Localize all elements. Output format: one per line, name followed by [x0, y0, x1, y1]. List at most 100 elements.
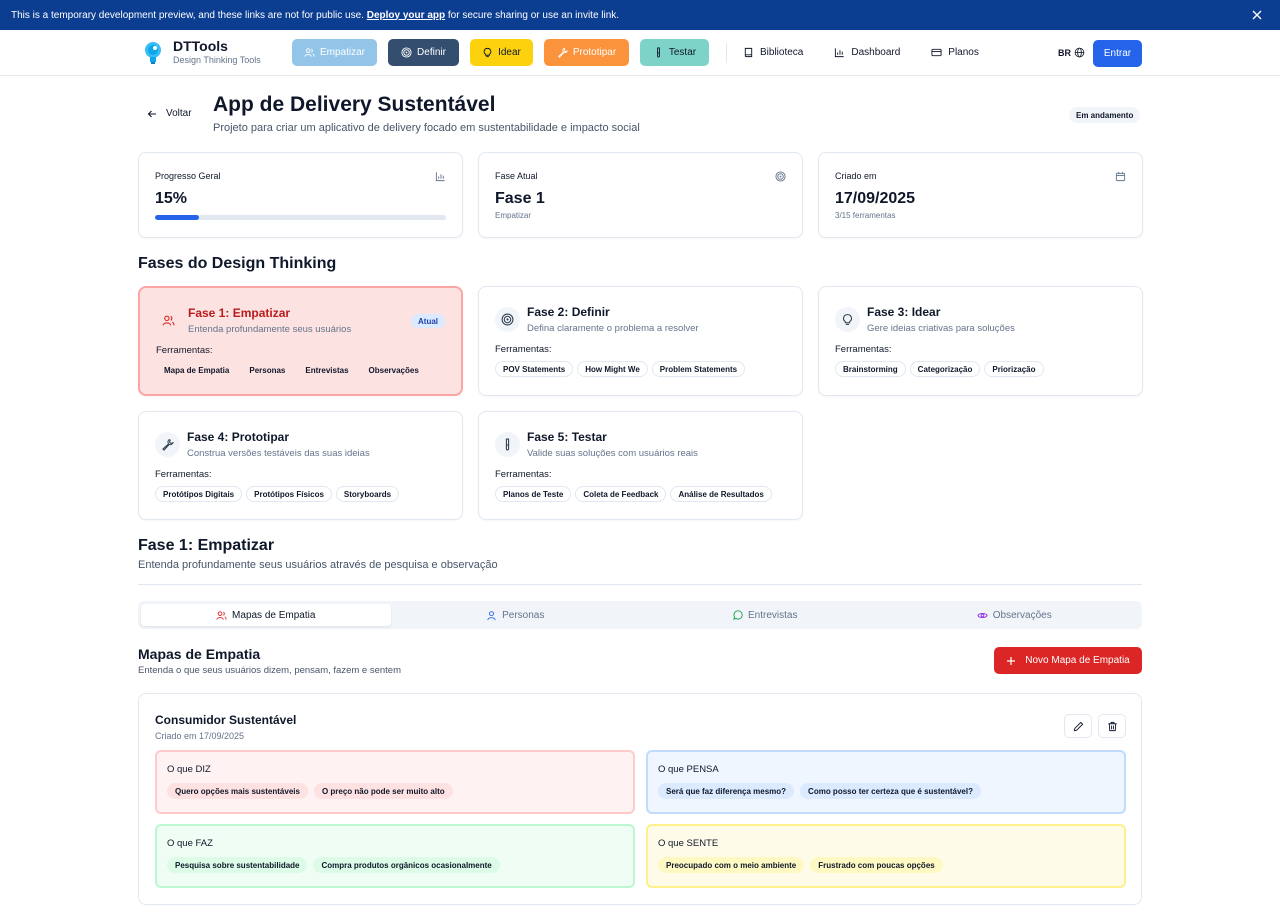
- insight-tag: Frustrado com poucas opções: [810, 857, 943, 873]
- status-badge: Em andamento: [1069, 107, 1141, 123]
- delete-button[interactable]: [1098, 714, 1126, 738]
- phase-card-title: Fase 4: Prototipar: [187, 430, 290, 444]
- tools-list: Mapa de Empatia Personas Entrevistas Obs…: [156, 362, 427, 378]
- trash-icon: [1107, 721, 1117, 731]
- insight-tag: Preocupado com o meio ambiente: [658, 857, 805, 873]
- phase-card-title: Fase 5: Testar: [527, 430, 607, 444]
- tool-tag: Entrevistas: [297, 362, 357, 378]
- brand-subtitle: Design Thinking Tools: [173, 55, 261, 65]
- preview-banner: This is a temporary development preview,…: [0, 0, 1280, 30]
- phase-card-desc: Valide suas soluções com usuários reais: [527, 448, 698, 459]
- tool-tag: Storyboards: [335, 486, 400, 502]
- map-title: Consumidor Sustentável: [155, 713, 297, 727]
- message-circle-icon: [733, 609, 743, 620]
- tools-list: POV Statements How Might We Problem Stat…: [495, 361, 746, 377]
- phase-card-definir[interactable]: Fase 2: Definir Defina claramente o prob…: [478, 286, 803, 396]
- quadrant-title: O que DIZ: [167, 764, 211, 775]
- phase-card-title: Fase 3: Idear: [867, 305, 941, 319]
- credit-card-icon: [931, 48, 942, 57]
- quadrant-tags: Quero opções mais sustentáveis O preço n…: [167, 783, 453, 799]
- users-icon: [156, 308, 181, 333]
- quadrant-tags: Preocupado com o meio ambiente Frustrado…: [658, 857, 943, 873]
- banner-suffix: for secure sharing or use an invite link…: [447, 9, 620, 21]
- quadrant-pensa: O que PENSA Será que faz diferença mesmo…: [646, 750, 1126, 814]
- progress-value: 15%: [155, 190, 188, 207]
- tools-list: Protótipos Digitais Protótipos Físicos S…: [155, 486, 400, 502]
- insight-tag: Quero opções mais sustentáveis: [167, 783, 308, 799]
- tab-mapas-de-empatia[interactable]: Mapas de Empatia: [141, 604, 391, 626]
- nav-dashboard-link[interactable]: Dashboard: [834, 47, 900, 58]
- quadrant-title: O que SENTE: [658, 838, 719, 849]
- edit-button[interactable]: [1064, 714, 1092, 738]
- lightbulb-icon: [483, 47, 492, 58]
- quadrant-sente: O que SENTE Preocupado com o meio ambien…: [646, 824, 1126, 888]
- book-icon: [744, 47, 753, 58]
- new-empathy-map-button[interactable]: Novo Mapa de Empatia: [994, 647, 1142, 674]
- phase-card-idear[interactable]: Fase 3: Idear Gere ideias criativas para…: [818, 286, 1143, 396]
- globe-icon: [1074, 47, 1085, 58]
- tool-tag: Categorização: [909, 361, 981, 377]
- tool-tag: Análise de Resultados: [670, 486, 772, 502]
- phase-card-desc: Construa versões testáveis das suas idei…: [187, 448, 370, 459]
- phase-card-prototipar[interactable]: Fase 4: Prototipar Construa versões test…: [138, 411, 463, 520]
- quadrant-diz: O que DIZ Quero opções mais sustentáveis…: [155, 750, 635, 814]
- pencil-icon: [1073, 721, 1083, 731]
- nav-definir-button[interactable]: Definir: [388, 39, 459, 66]
- plus-icon: [1007, 656, 1016, 665]
- nav-empatizar-button[interactable]: Empatizar: [292, 39, 377, 66]
- tools-label: Ferramentas:: [155, 469, 212, 480]
- tab-personas[interactable]: Personas: [391, 604, 641, 626]
- nav-testar-button[interactable]: Testar: [640, 39, 709, 66]
- logo-icon: [142, 40, 164, 66]
- target-icon: [401, 47, 412, 58]
- divider: [138, 584, 1142, 585]
- nav-idear-button[interactable]: Idear: [470, 39, 533, 66]
- target-icon: [495, 307, 520, 332]
- tab-observacoes[interactable]: Observações: [890, 604, 1140, 626]
- nav-link-label: Planos: [948, 47, 979, 58]
- nav-biblioteca-link[interactable]: Biblioteca: [743, 47, 803, 58]
- tab-entrevistas[interactable]: Entrevistas: [640, 604, 890, 626]
- created-card: Criado em 17/09/2025 3/15 ferramentas: [818, 152, 1143, 238]
- nav-planos-link[interactable]: Planos: [931, 47, 979, 58]
- users-icon: [216, 610, 227, 620]
- tool-tag: Observações: [360, 362, 427, 378]
- target-icon: [775, 171, 786, 182]
- close-icon[interactable]: [1250, 8, 1264, 22]
- language-selector[interactable]: BR: [1058, 47, 1085, 58]
- tools-label: Ferramentas:: [495, 344, 552, 355]
- insight-tag: Pesquisa sobre sustentabilidade: [167, 857, 308, 873]
- current-phase-card: Fase Atual Fase 1 Empatizar: [478, 152, 803, 238]
- test-tube-icon: [495, 432, 520, 457]
- nav-prototipar-button[interactable]: Prototipar: [544, 39, 629, 66]
- insight-tag: Será que faz diferença mesmo?: [658, 783, 795, 799]
- login-button[interactable]: Entrar: [1093, 40, 1142, 67]
- tools-label: Ferramentas:: [156, 345, 213, 356]
- lightbulb-icon: [835, 307, 860, 332]
- nav-phase-label: Empatizar: [319, 47, 365, 58]
- tools-list: Brainstorming Categorização Priorização: [835, 361, 1044, 377]
- page-title: App de Delivery Sustentável: [213, 93, 496, 116]
- maps-title: Mapas de Empatia: [138, 646, 261, 662]
- current-phase-value: Fase 1: [495, 190, 545, 207]
- test-tube-icon: [657, 47, 660, 58]
- language-code: BR: [1058, 47, 1071, 58]
- deploy-link[interactable]: Deploy your app: [367, 10, 445, 21]
- phase-card-desc: Entenda profundamente seus usuários: [188, 324, 352, 335]
- nav-phase-label: Idear: [498, 47, 521, 58]
- wrench-icon: [155, 432, 180, 457]
- back-button[interactable]: Voltar: [147, 108, 192, 119]
- stat-label: Criado em: [835, 171, 877, 181]
- banner-text: This is a temporary development preview,…: [11, 9, 364, 21]
- page-subtitle: Projeto para criar um aplicativo de deli…: [213, 122, 640, 134]
- nav-divider: [726, 42, 727, 63]
- tool-tag: Brainstorming: [835, 361, 906, 377]
- wrench-icon: [557, 47, 568, 58]
- tool-tag: Protótipos Digitais: [155, 486, 243, 502]
- phase-card-testar[interactable]: Fase 5: Testar Valide suas soluções com …: [478, 411, 803, 520]
- tools-count: 3/15 ferramentas: [835, 211, 896, 220]
- brand[interactable]: DTTools Design Thinking Tools: [142, 39, 292, 66]
- phase-card-desc: Gere ideias criativas para soluções: [867, 323, 1015, 334]
- phase-card-empatizar[interactable]: Fase 1: Empatizar Entenda profundamente …: [138, 286, 463, 396]
- tools-label: Ferramentas:: [835, 344, 892, 355]
